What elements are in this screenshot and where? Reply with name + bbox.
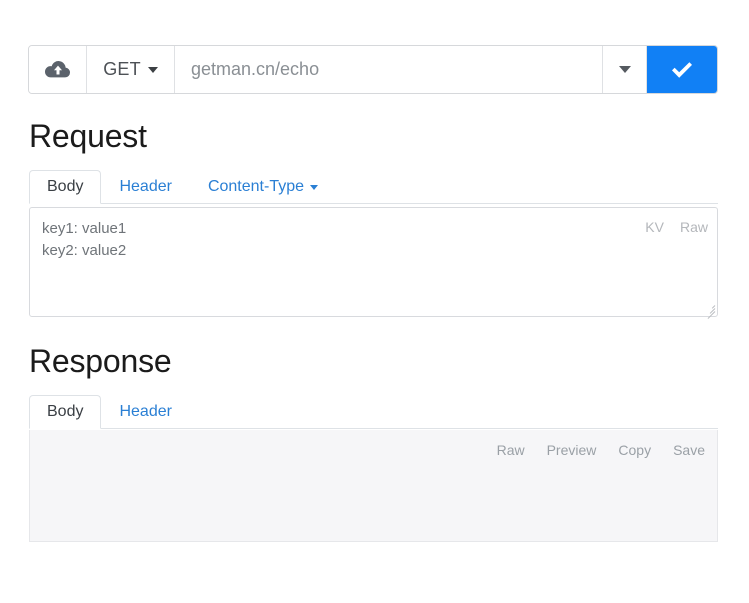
request-tab-body[interactable]: Body [29, 170, 102, 204]
response-tab-header-label: Header [119, 402, 172, 420]
request-view-mode-kv[interactable]: KV [645, 219, 664, 235]
request-body-textarea[interactable]: key1: value1 key2: value2 KV Raw [29, 207, 718, 319]
request-section-title: Request [29, 118, 147, 154]
request-tab-header-label: Header [119, 177, 172, 195]
cloud-upload-icon [44, 60, 71, 80]
response-action-raw[interactable]: Raw [497, 442, 525, 458]
response-tab-body[interactable]: Body [29, 395, 102, 429]
request-tab-content-type-label: Content-Type [207, 177, 305, 195]
chevron-down-icon [310, 185, 319, 190]
response-action-bar: Raw Preview Copy Save [497, 442, 705, 458]
http-method-label: GET [103, 59, 141, 79]
request-tab-header[interactable]: Header [101, 170, 189, 203]
response-section-title: Response [29, 343, 172, 379]
response-tab-strip: Body Header [29, 395, 718, 429]
chevron-down-icon [147, 66, 158, 73]
request-tab-strip: Body Header Content-Type [29, 170, 718, 204]
check-icon [669, 60, 695, 80]
request-body-view-toggle: KV Raw [645, 219, 708, 235]
request-tab-body-label: Body [47, 178, 84, 195]
send-request-button[interactable] [647, 46, 717, 93]
response-body-panel: Raw Preview Copy Save [29, 430, 718, 542]
response-action-copy[interactable]: Copy [618, 442, 651, 458]
url-input-value: getman.cn/echo [191, 59, 320, 79]
response-action-preview[interactable]: Preview [547, 442, 597, 458]
response-tab-header[interactable]: Header [101, 395, 189, 428]
response-tab-body-label: Body [47, 403, 84, 420]
cloud-upload-button[interactable] [29, 46, 87, 93]
request-url-bar: GET getman.cn/echo [28, 45, 718, 94]
app-root: GET getman.cn/echo Request Body Header C… [0, 0, 749, 603]
url-history-dropdown-button[interactable] [603, 46, 647, 93]
request-body-placeholder: key1: value1 key2: value2 [42, 220, 127, 259]
http-method-selector[interactable]: GET [87, 46, 175, 93]
url-input[interactable]: getman.cn/echo [175, 46, 603, 93]
request-tab-content-type[interactable]: Content-Type [190, 170, 336, 203]
response-action-save[interactable]: Save [673, 442, 705, 458]
textarea-resize-handle[interactable] [702, 301, 716, 319]
chevron-down-icon [618, 66, 631, 73]
request-view-mode-raw[interactable]: Raw [680, 219, 708, 235]
